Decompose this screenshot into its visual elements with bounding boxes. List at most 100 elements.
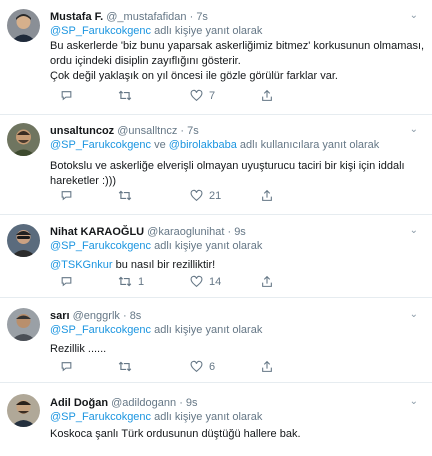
avatar[interactable]: [7, 123, 40, 156]
user-handle[interactable]: @karaoglunihat: [147, 226, 224, 238]
tweet-text-line: bu nasıl bir rezilliktir!: [112, 259, 216, 271]
display-name[interactable]: unsaltuncoz: [50, 125, 114, 137]
reply-context-label: adlı kullanıcılara yanıt olarak: [236, 139, 380, 151]
share-icon: [261, 89, 273, 102]
timestamp[interactable]: 9s: [234, 226, 246, 238]
reply-context-connector: ve: [151, 139, 169, 151]
retweet-icon: [118, 275, 132, 288]
tweet-header: unsaltuncoz @unsalltncz · 7s: [50, 124, 426, 138]
avatar[interactable]: [7, 224, 40, 257]
retweet-icon: [118, 360, 132, 373]
chevron-down-icon[interactable]: ⌄: [410, 10, 418, 21]
chevron-down-icon[interactable]: ⌄: [410, 396, 418, 407]
user-handle[interactable]: @adildogann: [111, 397, 176, 409]
tweet[interactable]: Mustafa F. @_mustafafidan · 7s ⌄ @SP_Far…: [0, 0, 432, 115]
share-icon: [261, 360, 273, 373]
reply-icon: [60, 189, 73, 202]
reply-context-label: adlı kişiye yanıt olarak: [151, 411, 263, 423]
separator-dot: ·: [122, 310, 127, 322]
avatar[interactable]: [7, 308, 40, 341]
tweet-text-line: Botokslu ve askerliğe elverişli olmayan …: [50, 160, 405, 172]
separator-dot: ·: [227, 226, 232, 238]
retweet-button[interactable]: [118, 360, 138, 373]
like-button[interactable]: 7: [190, 89, 215, 102]
separator-dot: ·: [179, 397, 183, 409]
separator-dot: ·: [189, 11, 194, 23]
reply-icon: [60, 89, 73, 102]
display-name[interactable]: Nihat KARAOĞLU: [50, 226, 144, 238]
reply-button[interactable]: [60, 189, 79, 202]
retweet-icon: [118, 89, 132, 102]
reply-context: @SP_Farukcokgenc adlı kişiye yanıt olara…: [50, 410, 426, 425]
tweet-actions: 7: [50, 89, 280, 103]
mention-link[interactable]: @birolakbaba: [169, 139, 237, 151]
avatar[interactable]: [7, 9, 40, 42]
like-icon: [190, 275, 203, 288]
mention-link[interactable]: @SP_Farukcokgenc: [50, 139, 151, 151]
display-name[interactable]: Mustafa F.: [50, 11, 103, 23]
like-icon: [190, 360, 203, 373]
tweet-header: sarı @enggrlk · 8s: [50, 309, 426, 323]
display-name[interactable]: Adil Doğan: [50, 397, 108, 409]
tweet-header: Nihat KARAOĞLU @karaoglunihat · 9s: [50, 225, 426, 239]
mention-link[interactable]: @SP_Farukcokgenc: [50, 25, 151, 37]
tweet-text-line: hareketler :))): [50, 175, 117, 187]
display-name[interactable]: sarı: [50, 310, 70, 322]
tweet[interactable]: unsaltuncoz @unsalltncz · 7s ⌄ @SP_Faruk…: [0, 115, 432, 215]
reply-context: @SP_Farukcokgenc adlı kişiye yanıt olara…: [50, 239, 426, 254]
share-button[interactable]: [261, 360, 273, 373]
reply-icon: [60, 275, 73, 288]
tweet-text-line: Rezillik ......: [50, 343, 107, 355]
chevron-down-icon[interactable]: ⌄: [410, 124, 418, 135]
chevron-down-icon[interactable]: ⌄: [410, 225, 418, 236]
mention-link[interactable]: @SP_Farukcokgenc: [50, 240, 151, 252]
tweet-text: Botokslu ve askerliğe elverişli olmayan …: [50, 159, 426, 189]
user-handle[interactable]: @unsalltncz: [117, 125, 177, 137]
timestamp[interactable]: 8s: [130, 310, 142, 322]
tweet-header: Mustafa F. @_mustafafidan · 7s: [50, 10, 426, 24]
reply-context-label: adlı kişiye yanıt olarak: [151, 25, 263, 37]
timestamp[interactable]: 9s: [186, 397, 198, 409]
tweet-text-line: Bu askerlerde 'biz bunu yaparsak askerli…: [50, 40, 425, 52]
tweet-text: Koskoca şanlı Türk ordusunun düştüğü hal…: [50, 427, 426, 442]
tweet-text-line: ordu içindeki disiplin zayıflığını göste…: [50, 55, 241, 67]
like-count: 14: [209, 275, 222, 288]
reply-icon: [60, 360, 73, 373]
like-button[interactable]: 14: [190, 275, 221, 288]
mention-link[interactable]: @SP_Farukcokgenc: [50, 411, 151, 423]
share-button[interactable]: [261, 89, 273, 102]
chevron-down-icon[interactable]: ⌄: [410, 309, 418, 320]
retweet-button[interactable]: 1: [118, 275, 144, 288]
reply-button[interactable]: [60, 275, 79, 288]
retweet-button[interactable]: [118, 89, 138, 102]
timestamp[interactable]: 7s: [196, 11, 208, 23]
reply-context-label: adlı kişiye yanıt olarak: [151, 324, 263, 336]
mention-link[interactable]: @TSKGnkur: [50, 259, 113, 271]
share-button[interactable]: [261, 275, 273, 288]
like-count: 6: [209, 360, 216, 373]
avatar[interactable]: [7, 394, 40, 427]
reply-button[interactable]: [60, 360, 79, 373]
tweet-text: @TSKGnkur bu nasıl bir rezilliktir!: [50, 258, 426, 273]
tweet[interactable]: sarı @enggrlk · 8s ⌄ @SP_Farukcokgenc ad…: [0, 298, 432, 383]
tweet-text-line: Çok değil yaklaşık on yıl öncesi ile göz…: [50, 70, 338, 82]
tweet[interactable]: Nihat KARAOĞLU @karaoglunihat · 9s ⌄ @SP…: [0, 215, 432, 298]
separator-dot: ·: [180, 125, 185, 137]
reply-button[interactable]: [60, 89, 79, 102]
retweet-button[interactable]: [118, 189, 138, 202]
like-icon: [190, 189, 203, 202]
reply-context: @SP_Farukcokgenc ve @birolakbaba adlı ku…: [50, 138, 426, 153]
like-button[interactable]: 6: [190, 360, 215, 373]
user-handle[interactable]: @_mustafafidan: [106, 11, 186, 23]
share-button[interactable]: [261, 189, 273, 202]
tweet[interactable]: Adil Doğan @adildogann · 9s ⌄ @SP_Farukc…: [0, 383, 432, 456]
tweet-text: Bu askerlerde 'biz bunu yaparsak askerli…: [50, 39, 426, 84]
user-handle[interactable]: @enggrlk: [73, 310, 120, 322]
tweet-header: Adil Doğan @adildogann · 9s: [50, 396, 426, 410]
reply-context: @SP_Farukcokgenc adlı kişiye yanıt olara…: [50, 24, 426, 39]
like-button[interactable]: 21: [190, 189, 221, 202]
timestamp[interactable]: 7s: [187, 125, 199, 137]
like-count: 21: [209, 189, 222, 202]
tweet-actions: 21: [50, 189, 280, 203]
mention-link[interactable]: @SP_Farukcokgenc: [50, 324, 151, 336]
